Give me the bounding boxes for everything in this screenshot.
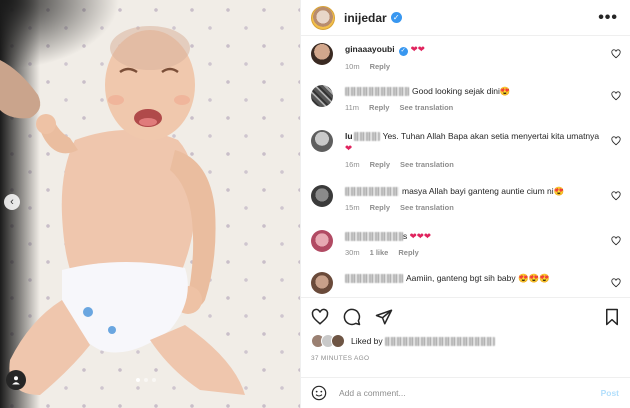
comment-input[interactable] — [339, 388, 601, 398]
like-count[interactable]: 1 like — [370, 247, 389, 259]
reply-button[interactable]: Reply — [370, 61, 390, 73]
see-translation-button[interactable]: See translation — [400, 159, 454, 171]
tag-user-icon[interactable] — [6, 370, 26, 390]
heart-icon[interactable] — [611, 236, 621, 246]
heart-icon[interactable] — [611, 49, 621, 59]
heart-icon[interactable] — [611, 136, 621, 146]
heart-icon[interactable] — [611, 191, 621, 201]
comment-time: 30m — [345, 248, 360, 257]
share-icon[interactable] — [375, 308, 393, 326]
liked-by-label: Liked by — [351, 336, 383, 346]
blurred-usernames — [385, 336, 496, 346]
verified-badge-icon: ✓ — [398, 46, 408, 56]
save-icon[interactable] — [603, 308, 621, 326]
carousel-dots — [136, 378, 156, 382]
comment-time: 10m — [345, 61, 360, 71]
reply-button[interactable]: Reply — [370, 202, 390, 214]
liked-by: Liked by — [311, 334, 621, 348]
post-header: inijedar ✓ ••• — [301, 0, 630, 36]
blurred-username — [345, 87, 409, 97]
more-options-icon[interactable]: ••• — [598, 9, 618, 27]
avatar[interactable] — [311, 43, 333, 65]
avatar[interactable] — [311, 185, 333, 207]
post-timestamp[interactable]: 37 MINUTES AGO — [311, 355, 621, 362]
comment-time: 11m — [345, 103, 360, 112]
comment-text: Yes. Tuhan Allah Bapa akan setia menyert… — [382, 131, 600, 141]
details-panel: inijedar ✓ ••• ginaaayoubi ✓ ❤❤ 10m Reply — [300, 0, 630, 408]
reply-button[interactable]: Reply — [398, 247, 418, 259]
avatar[interactable] — [331, 334, 345, 348]
comment-text: masya Allah bayi ganteng auntie cium ni😍 — [402, 186, 565, 196]
see-translation-button[interactable]: See translation — [400, 202, 454, 214]
avatar[interactable] — [311, 5, 335, 30]
heart-icon[interactable] — [611, 91, 621, 101]
post-actions: Liked by 37 MINUTES AGO — [301, 297, 630, 362]
comment-time: 16m — [345, 160, 360, 169]
comment-text: Good looking sejak dini😍 — [412, 86, 511, 96]
comments-list: ginaaayoubi ✓ ❤❤ 10m Reply Good looking se… — [301, 37, 630, 297]
post-modal: ‹ inijedar ✓ ••• ginaaayoubi ✓ ❤❤ 10m Re… — [0, 0, 630, 408]
comment-text: Aamiin, ganteng bgt sih baby 😍😍😍 — [406, 273, 550, 283]
comment-emoji: ❤❤❤ — [409, 231, 431, 241]
comment-composer: Post — [301, 377, 630, 408]
see-translation-button[interactable]: See translation — [399, 102, 453, 114]
blurred-username — [345, 232, 403, 242]
blurred-username — [353, 132, 380, 142]
comment-time: 15m — [345, 203, 360, 212]
avatar[interactable] — [311, 230, 333, 252]
comment-emoji: ❤ — [345, 143, 353, 153]
post-image[interactable]: ‹ — [0, 0, 300, 408]
blurred-username — [345, 274, 403, 284]
comment-icon[interactable] — [343, 308, 361, 326]
avatar[interactable] — [311, 130, 333, 152]
author-username[interactable]: inijedar — [344, 11, 387, 25]
comment-text: s — [403, 231, 408, 241]
avatar[interactable] — [311, 272, 333, 294]
action-bar — [311, 306, 621, 328]
reply-button[interactable]: Reply — [369, 102, 389, 114]
avatar[interactable] — [311, 85, 333, 107]
chevron-left-icon[interactable]: ‹ — [4, 194, 20, 210]
verified-badge-icon: ✓ — [390, 12, 402, 23]
heart-icon[interactable] — [611, 278, 621, 288]
baby-photo — [0, 26, 245, 395]
post-button[interactable]: Post — [601, 388, 619, 398]
heart-icon[interactable] — [311, 308, 329, 326]
emoji-icon[interactable] — [311, 385, 327, 401]
reply-button[interactable]: Reply — [370, 159, 390, 171]
comment-username[interactable]: lu — [345, 131, 353, 141]
comment-emoji: ❤❤ — [410, 44, 425, 54]
blurred-username — [345, 187, 399, 197]
liker-avatars — [311, 334, 347, 348]
comment-username[interactable]: ginaaayoubi — [345, 44, 395, 54]
